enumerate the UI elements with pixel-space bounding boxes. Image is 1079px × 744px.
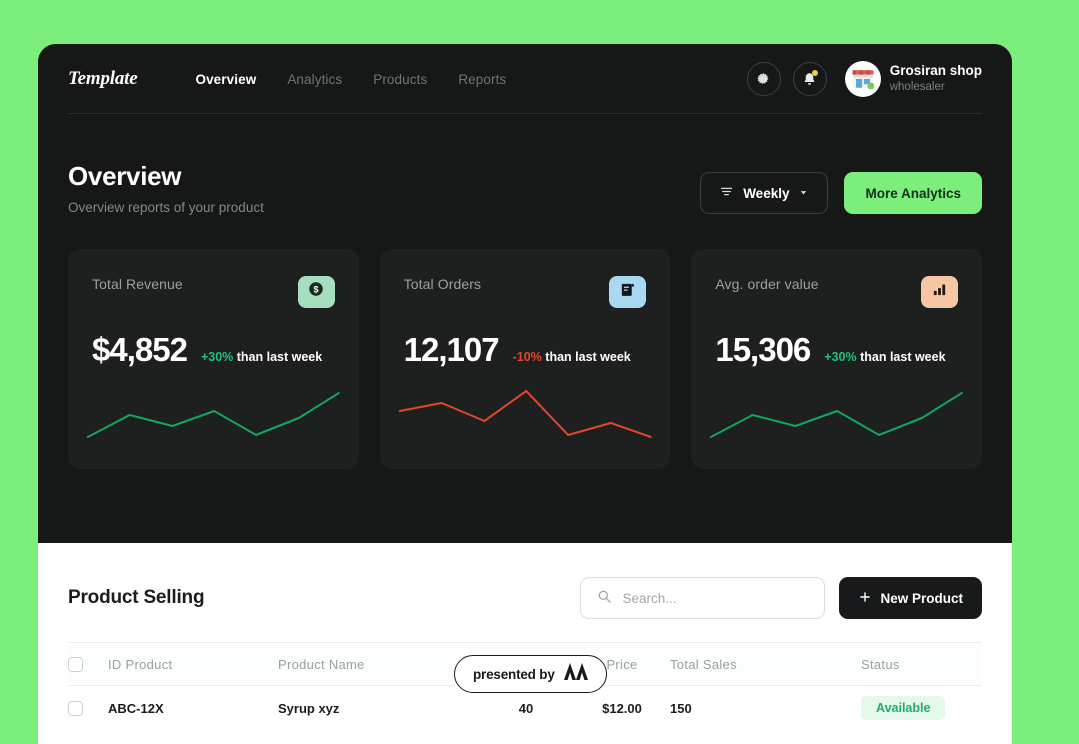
page-header-actions: Weekly More Analytics — [700, 162, 982, 214]
stat-delta-suffix: than last week — [860, 349, 946, 364]
dollar-coin-icon: $ — [307, 280, 325, 303]
period-filter-dropdown[interactable]: Weekly — [700, 172, 829, 214]
brand-logo[interactable]: Template — [68, 68, 138, 90]
notification-dot — [811, 70, 818, 76]
column-header-status[interactable]: Status — [855, 657, 982, 672]
nav-item-products[interactable]: Products — [373, 72, 427, 87]
cell-product-name: Syrup xyz — [278, 700, 340, 716]
cell-id-product: ABC-12X — [108, 700, 164, 716]
product-section-actions: New Product — [580, 577, 982, 619]
stat-label: Total Orders — [403, 275, 482, 292]
receipt-scroll-icon — [619, 281, 636, 303]
stat-delta: +30% than last week — [201, 350, 322, 364]
nav-item-overview[interactable]: Overview — [195, 72, 256, 87]
stat-card-values: $4,852 +30% than last week — [92, 331, 335, 369]
navbar-divider — [68, 113, 982, 114]
stat-delta: +30% than last week — [824, 350, 945, 364]
period-filter-label: Weekly — [743, 185, 790, 201]
stat-card-avg-order-value: Avg. order value 15,306 +30% than last w… — [691, 248, 983, 469]
page-header: Overview Overview reports of your produc… — [38, 114, 1012, 215]
cell-price: $12.00 — [602, 700, 642, 716]
stat-label: Avg. order value — [715, 275, 819, 292]
filter-lines-icon — [719, 184, 734, 202]
row-select-cell — [68, 700, 108, 716]
stat-delta-pct: -10% — [512, 349, 542, 364]
page-title: Overview — [68, 161, 182, 191]
new-product-button[interactable]: New Product — [839, 577, 982, 619]
shop-name: Grosiran shop — [889, 63, 982, 79]
avatar — [844, 61, 881, 97]
page-header-text: Overview Overview reports of your produc… — [68, 161, 264, 215]
new-product-label: New Product — [880, 590, 963, 606]
search-input[interactable] — [622, 590, 810, 606]
dashboard-dark-region: Template Overview Analytics Products Rep… — [38, 44, 1012, 543]
svg-text:$: $ — [314, 285, 319, 295]
settings-button[interactable] — [746, 62, 781, 96]
notifications-button[interactable] — [792, 62, 827, 96]
nav-item-analytics[interactable]: Analytics — [287, 72, 342, 87]
primary-nav: Overview Analytics Products Reports — [195, 72, 506, 87]
bar-chart-icon — [931, 281, 948, 303]
stat-badge — [921, 275, 959, 308]
stat-delta: -10% than last week — [513, 350, 631, 364]
more-analytics-button[interactable]: More Analytics — [844, 172, 982, 214]
presented-by-label: presented by — [473, 666, 555, 682]
sparkline-chart-avg-order-value — [709, 385, 964, 445]
search-icon — [596, 588, 612, 609]
plus-icon — [858, 590, 872, 607]
row-checkbox[interactable] — [68, 700, 83, 716]
status-badge: Available — [861, 696, 946, 720]
stat-value: 15,306 — [715, 330, 811, 368]
gear-icon — [756, 72, 771, 87]
column-header-id-product[interactable]: ID Product — [108, 657, 278, 672]
stat-label: Total Revenue — [92, 275, 183, 292]
sparkline-chart-total-revenue — [86, 385, 341, 445]
page-subtitle: Overview reports of your product — [68, 199, 264, 215]
stat-value: 12,107 — [403, 330, 500, 368]
stat-delta-suffix: than last week — [236, 349, 323, 364]
section-title: Product Selling — [68, 587, 205, 608]
column-header-total-sales[interactable]: Total Sales — [670, 657, 855, 672]
cell-status: Available — [855, 696, 982, 720]
stat-delta-pct: +30% — [200, 349, 234, 364]
stat-card-values: 12,107 -10% than last week — [404, 331, 647, 369]
stat-delta-suffix: than last week — [545, 349, 631, 364]
stat-card-header: Total Revenue $ — [92, 275, 335, 308]
search-box[interactable] — [580, 577, 826, 619]
account-labels: Grosiran shop wholesaler — [890, 63, 982, 94]
cell-stock: 40 — [518, 700, 534, 716]
presented-by-watermark: presented by — [454, 655, 607, 693]
select-all-checkbox[interactable] — [68, 656, 83, 672]
mobbin-m-logo-icon — [563, 663, 588, 685]
product-section-header: Product Selling Search... New Product — [68, 543, 982, 619]
stat-card-total-orders: Total Orders 12,107 -10% than last week — [379, 248, 671, 469]
stat-cards: Total Revenue $ $4,852 +30% than last we… — [38, 215, 1012, 469]
stat-badge: $ — [297, 275, 335, 308]
product-selling-section: Product Selling Search... New Product ID… — [38, 543, 1012, 744]
shop-role: wholesaler — [889, 81, 945, 94]
navbar-actions: Grosiran shop wholesaler — [746, 61, 982, 97]
nav-item-reports[interactable]: Reports — [458, 72, 506, 87]
select-all-cell — [68, 656, 108, 672]
stat-card-total-revenue: Total Revenue $ $4,852 +30% than last we… — [68, 248, 359, 469]
stat-badge — [609, 275, 647, 308]
account-menu[interactable]: Grosiran shop wholesaler — [844, 61, 982, 97]
chevron-down-icon — [798, 186, 809, 201]
stat-delta-pct: +30% — [824, 349, 857, 364]
stat-card-values: 15,306 +30% than last week — [715, 331, 958, 369]
cell-total-sales: 150 — [670, 700, 692, 716]
column-header-product-name[interactable]: Product Name — [278, 657, 478, 672]
stat-card-header: Total Orders — [403, 275, 647, 308]
stat-value: $4,852 — [92, 330, 188, 368]
stat-card-header: Avg. order value — [715, 275, 959, 308]
top-navbar: Template Overview Analytics Products Rep… — [38, 44, 1012, 114]
sparkline-chart-total-orders — [398, 385, 653, 445]
app-window: Template Overview Analytics Products Rep… — [38, 44, 1012, 744]
